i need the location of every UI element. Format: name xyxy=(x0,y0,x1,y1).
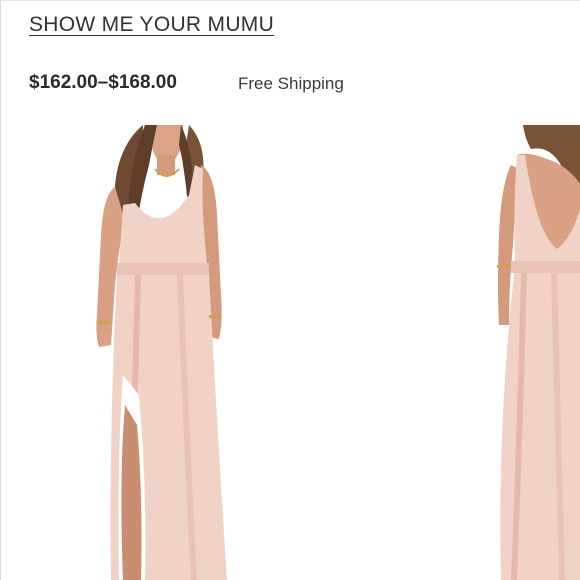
image-gallery[interactable] xyxy=(1,125,580,580)
dress-front-illustration xyxy=(96,125,227,580)
product-listing: SHOW ME YOUR MUMU $162.00–$168.00 Free S… xyxy=(0,0,580,580)
product-photo-back[interactable] xyxy=(487,125,580,580)
price-range: $162.00–$168.00 xyxy=(29,72,177,93)
product-photo-front[interactable] xyxy=(71,125,271,580)
brand-link[interactable]: SHOW ME YOUR MUMU xyxy=(29,13,274,37)
dress-back-illustration xyxy=(497,125,580,580)
shipping-label: Free Shipping xyxy=(238,74,344,93)
